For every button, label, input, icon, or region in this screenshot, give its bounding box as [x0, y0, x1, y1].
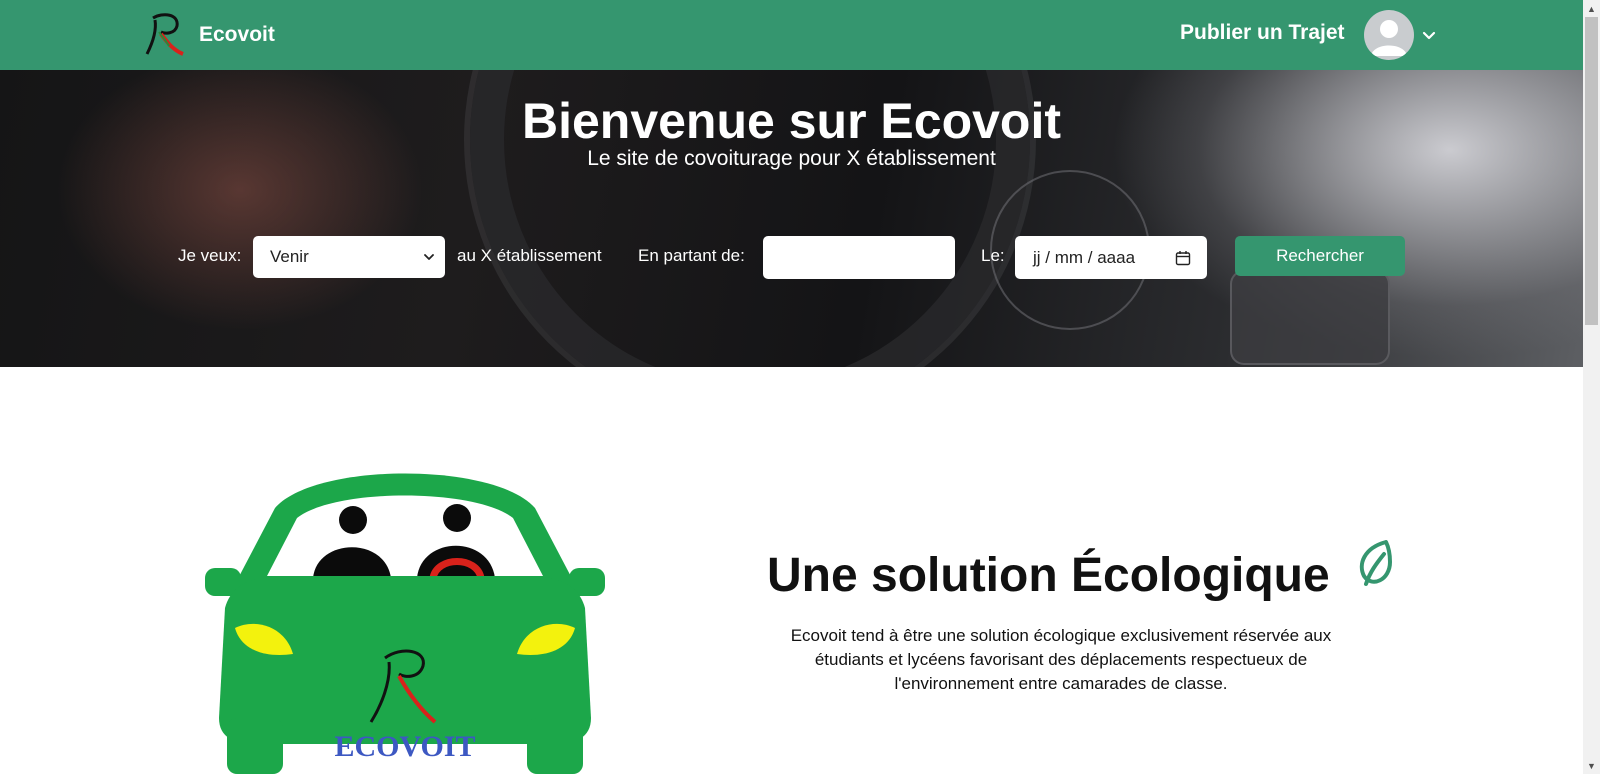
feature-description: Ecovoit tend à être une solution écologi…: [790, 626, 1332, 693]
date-placeholder: jj / mm / aaaa: [1033, 247, 1136, 267]
want-label: Je veux:: [178, 246, 242, 265]
destination-text: au X établissement: [457, 246, 602, 265]
feature-headline-highlight: Écologique: [1071, 549, 1330, 602]
navbar: Ecovoit Publier un Trajet: [0, 0, 1583, 70]
direction-select[interactable]: Venir: [253, 236, 445, 278]
hero-subtitle: Le site de covoiturage pour X établissem…: [587, 147, 996, 170]
brand-name: Ecovoit: [199, 23, 275, 46]
hero-banner: Bienvenue sur Ecovoit Le site de covoitu…: [0, 70, 1583, 367]
dashboard-vent-background: [1230, 270, 1390, 365]
scroll-up-icon[interactable]: ▲: [1583, 0, 1600, 17]
hero-title: Bienvenue sur Ecovoit: [521, 93, 1062, 149]
calendar-icon[interactable]: [1175, 250, 1191, 266]
from-label: En partant de:: [638, 246, 745, 265]
ecovoit-logo-icon: [145, 13, 184, 56]
feature-headline: Une solution Écologique: [767, 548, 1330, 603]
direction-select-value: Venir: [270, 247, 309, 266]
publish-trip-link[interactable]: Publier un Trajet: [1180, 21, 1345, 45]
chevron-down-icon: [1422, 31, 1436, 40]
scroll-down-icon[interactable]: ▼: [1583, 757, 1600, 774]
chevron-down-icon: [424, 254, 434, 260]
user-avatar-icon: [1364, 10, 1414, 60]
illustration-brand-text: ECOVOIT: [334, 730, 475, 763]
brand-link[interactable]: Ecovoit: [145, 12, 275, 58]
date-label: Le:: [981, 246, 1005, 265]
feature-headline-prefix: Une solution: [767, 549, 1058, 602]
leaf-icon: [1359, 540, 1392, 586]
search-button[interactable]: Rechercher: [1235, 236, 1405, 276]
user-menu[interactable]: [1364, 10, 1436, 60]
date-input[interactable]: jj / mm / aaaa: [1015, 236, 1207, 279]
departure-input[interactable]: [763, 236, 955, 279]
scrollbar-thumb[interactable]: [1585, 17, 1598, 325]
car-illustration: ECOVOIT: [205, 473, 605, 774]
vertical-scrollbar[interactable]: ▲ ▼: [1583, 0, 1600, 774]
